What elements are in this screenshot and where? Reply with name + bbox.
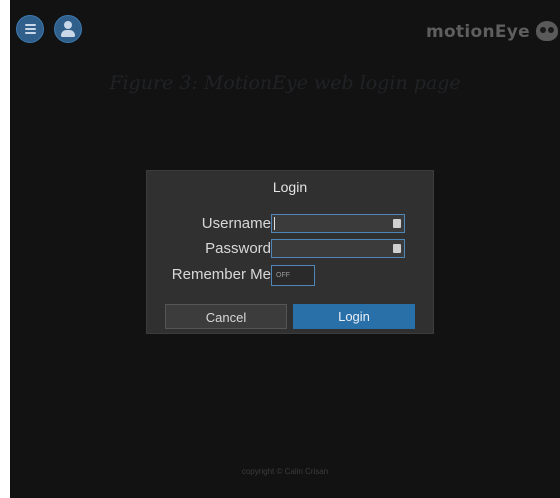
password-label: Password — [205, 240, 271, 257]
user-button[interactable] — [54, 15, 82, 43]
keyboard-icon[interactable] — [393, 244, 401, 253]
login-dialog: Login Username Password Remember Me OFF … — [146, 170, 434, 334]
username-label: Username — [201, 215, 271, 232]
toggle-state: OFF — [276, 272, 290, 279]
keyboard-icon[interactable] — [393, 219, 401, 228]
dialog-title: Login — [272, 179, 308, 195]
figure-caption: Figure 3: MotionEye web login page — [109, 72, 461, 94]
brand-title: motionEye — [425, 22, 530, 42]
motioneye-logo-icon — [536, 21, 558, 41]
menu-button[interactable] — [16, 15, 44, 43]
remember-me-toggle[interactable]: OFF — [271, 265, 315, 286]
motioneye-screen: motionEye Figure 3: MotionEye web login … — [10, 0, 560, 498]
text-caret — [274, 217, 275, 230]
copyright-footer: copyright © Calin Crisan — [241, 467, 329, 476]
remember-me-label: Remember Me — [171, 266, 271, 283]
top-bar: motionEye — [10, 0, 560, 62]
login-button[interactable]: Login — [293, 304, 415, 329]
username-field[interactable] — [271, 214, 405, 233]
cancel-button[interactable]: Cancel — [165, 304, 287, 329]
password-field[interactable] — [271, 239, 405, 258]
